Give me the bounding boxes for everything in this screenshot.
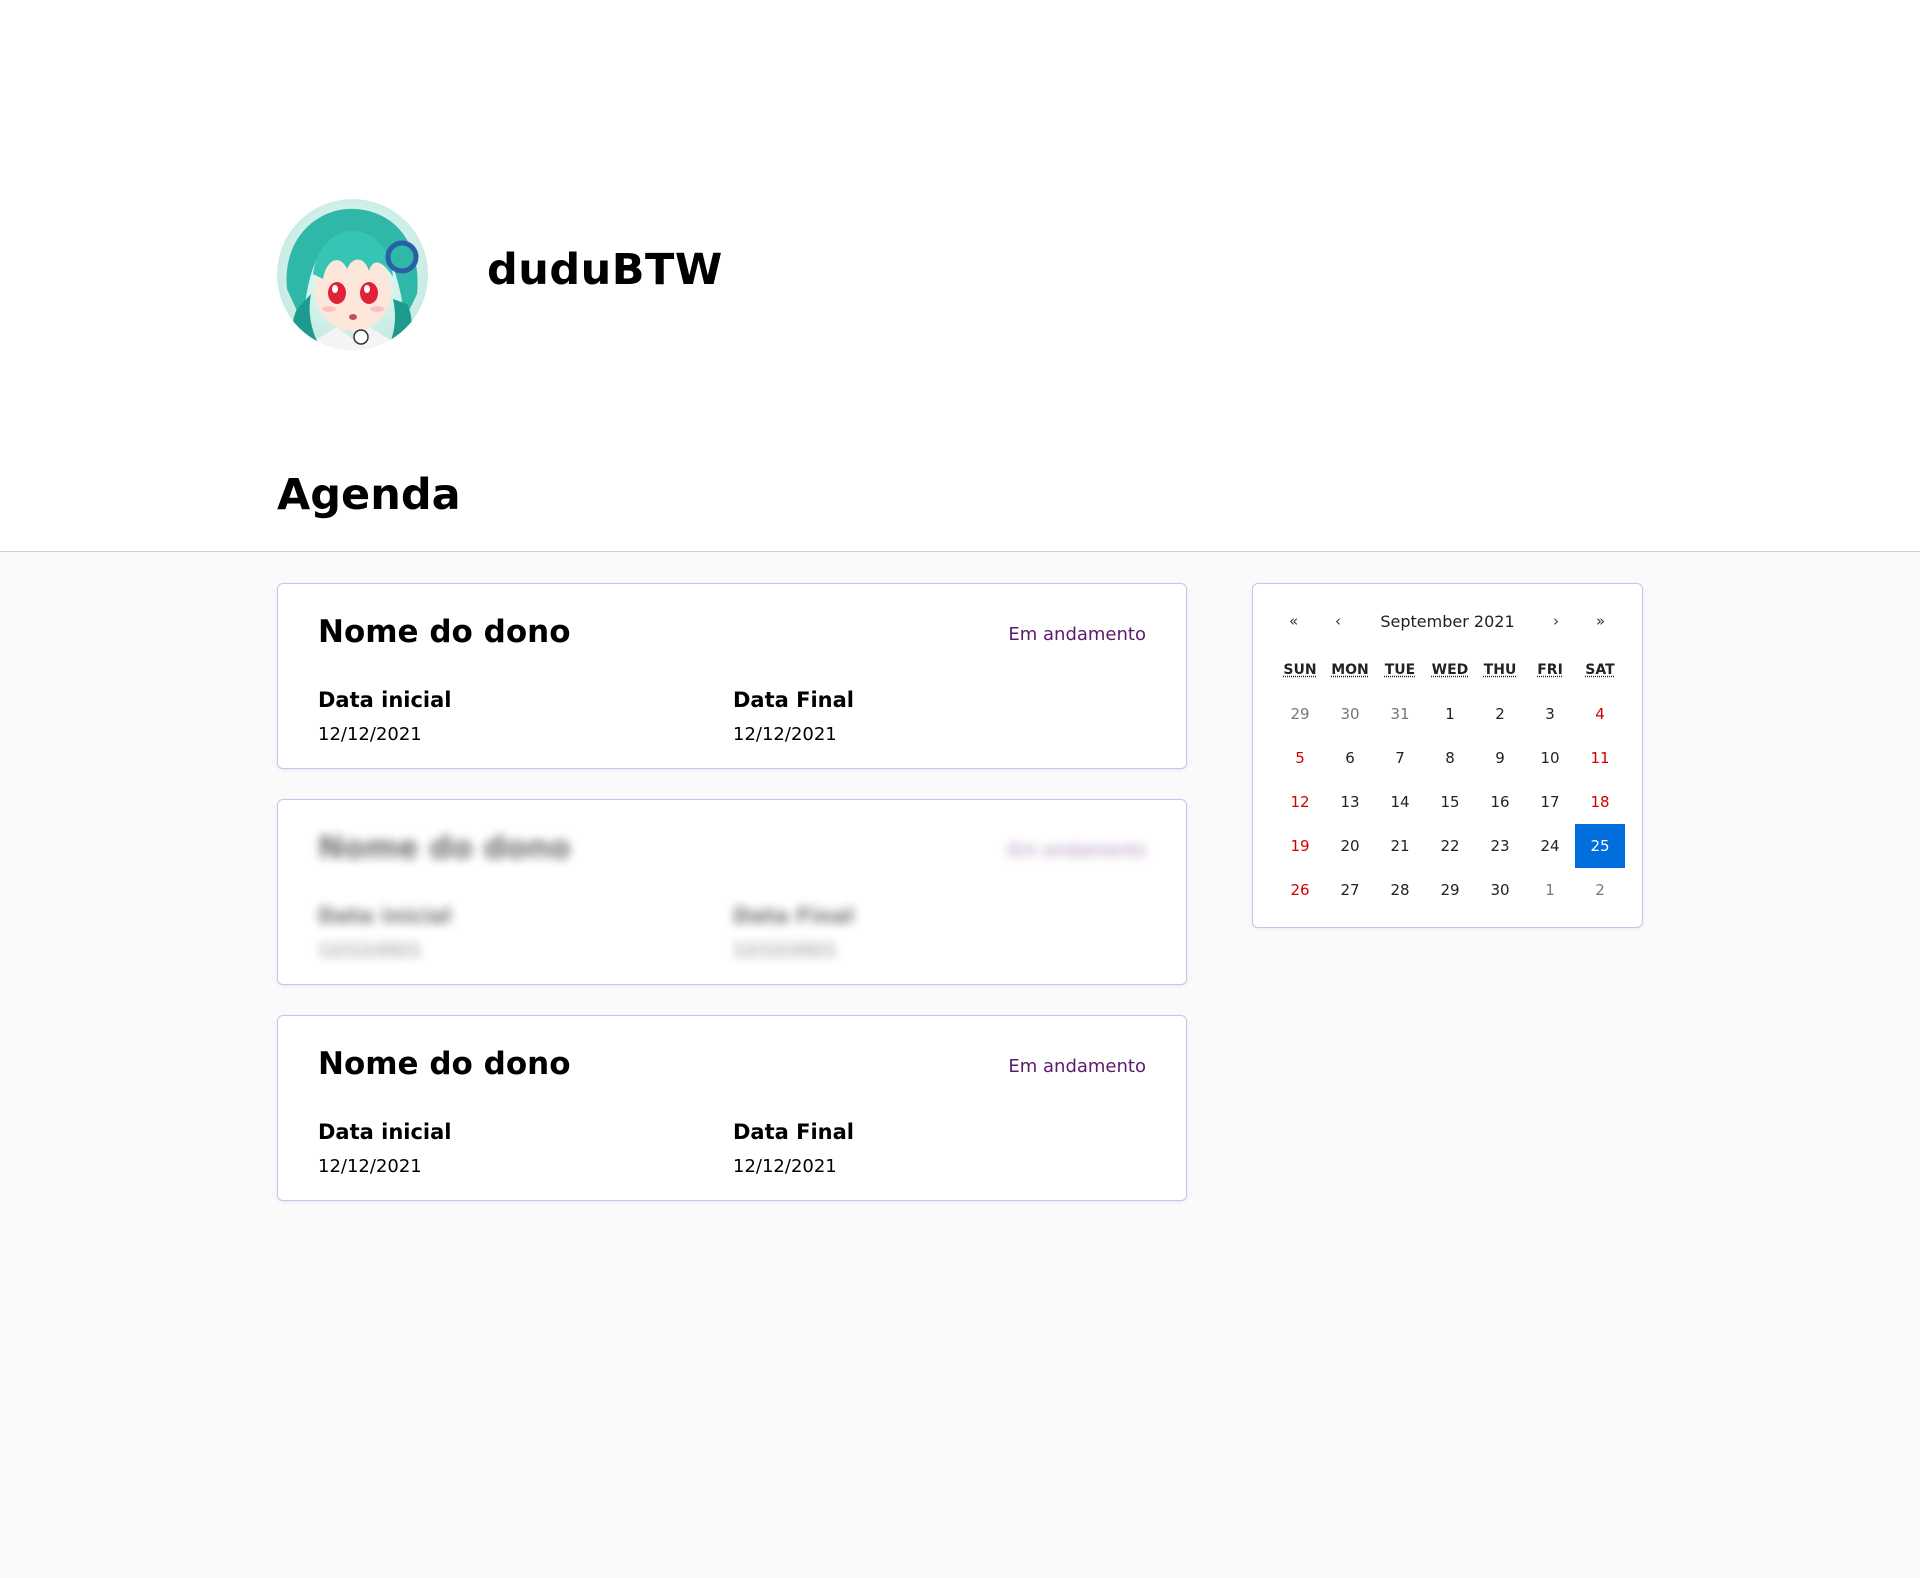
calendar-day[interactable]: 7 [1375,736,1425,780]
calendar-day[interactable]: 22 [1425,824,1475,868]
calendar-day[interactable]: 8 [1425,736,1475,780]
agenda-card[interactable]: Nome do dono Em andamento Data inicial 1… [277,583,1187,769]
calendar-day[interactable]: 16 [1475,780,1525,824]
calendar-day[interactable]: 11 [1575,736,1625,780]
weekday-header: MON [1331,662,1369,678]
profile-username: duduBTW [487,245,723,295]
calendar-day-selected[interactable]: 25 [1575,824,1625,868]
weekday-header: TUE [1384,662,1416,678]
calendar-day[interactable]: 30 [1475,868,1525,912]
calendar-grid: SUN MON TUE WED THU FRI SAT 29 30 31 1 2 3 4 5 6 7 8 9 10 11… [1275,662,1625,912]
owner-name: Nome do dono [318,1046,571,1082]
start-date-value: 12/12/2021 [318,940,422,961]
end-date-label: Data Final [733,904,854,928]
calendar-day[interactable]: 13 [1325,780,1375,824]
calendar-widget: « ‹ September 2021 › » SUN MON TUE WED THU FR… [1252,583,1643,928]
calendar-month-label[interactable]: September 2021 [1253,612,1642,631]
agenda-title: Agenda [277,470,461,520]
avatar[interactable] [277,199,428,350]
calendar-day[interactable]: 10 [1525,736,1575,780]
calendar-day[interactable]: 1 [1525,868,1575,912]
weekday-header: FRI [1537,662,1563,678]
end-date-value: 12/12/2021 [733,724,837,745]
calendar-day[interactable]: 9 [1475,736,1525,780]
calendar-day[interactable]: 21 [1375,824,1425,868]
calendar-day[interactable]: 28 [1375,868,1425,912]
calendar-day[interactable]: 19 [1275,824,1325,868]
calendar-day[interactable]: 29 [1425,868,1475,912]
calendar-day[interactable]: 1 [1425,692,1475,736]
calendar-day[interactable]: 6 [1325,736,1375,780]
status-badge: Em andamento [1008,840,1146,861]
calendar-day[interactable]: 3 [1525,692,1575,736]
calendar-day[interactable]: 2 [1575,868,1625,912]
start-date-value: 12/12/2021 [318,724,422,745]
agenda-card[interactable]: Nome do dono Em andamento Data inicial 1… [277,1015,1187,1201]
calendar-day[interactable]: 27 [1325,868,1375,912]
calendar-day[interactable]: 4 [1575,692,1625,736]
owner-name: Nome do dono [318,614,571,650]
end-date-label: Data Final [733,688,854,712]
status-badge: Em andamento [1008,624,1146,645]
calendar-day[interactable]: 24 [1525,824,1575,868]
start-date-value: 12/12/2021 [318,1156,422,1177]
agenda-card[interactable]: Nome do dono Em andamento Data inicial 1… [277,799,1187,985]
calendar-day[interactable]: 29 [1275,692,1325,736]
calendar-day[interactable]: 5 [1275,736,1325,780]
end-date-value: 12/12/2021 [733,1156,837,1177]
next-month-button[interactable]: › [1553,612,1559,630]
calendar-day[interactable]: 18 [1575,780,1625,824]
weekday-header: SUN [1283,662,1317,678]
next-year-button[interactable]: » [1596,612,1605,630]
weekday-header: WED [1431,662,1469,678]
start-date-label: Data inicial [318,1120,452,1144]
owner-name: Nome do dono [318,830,571,866]
calendar-day[interactable]: 30 [1325,692,1375,736]
calendar-day[interactable]: 23 [1475,824,1525,868]
weekday-header: SAT [1585,662,1615,678]
end-date-value: 12/12/2021 [733,940,837,961]
calendar-day[interactable]: 20 [1325,824,1375,868]
calendar-day[interactable]: 2 [1475,692,1525,736]
calendar-day[interactable]: 15 [1425,780,1475,824]
calendar-day[interactable]: 26 [1275,868,1325,912]
calendar-day[interactable]: 12 [1275,780,1325,824]
weekday-header: THU [1483,662,1517,678]
calendar-day[interactable]: 31 [1375,692,1425,736]
calendar-day[interactable]: 17 [1525,780,1575,824]
start-date-label: Data inicial [318,688,452,712]
calendar-day[interactable]: 14 [1375,780,1425,824]
avatar-image [277,199,428,350]
end-date-label: Data Final [733,1120,854,1144]
status-badge: Em andamento [1008,1056,1146,1077]
start-date-label: Data inicial [318,904,452,928]
